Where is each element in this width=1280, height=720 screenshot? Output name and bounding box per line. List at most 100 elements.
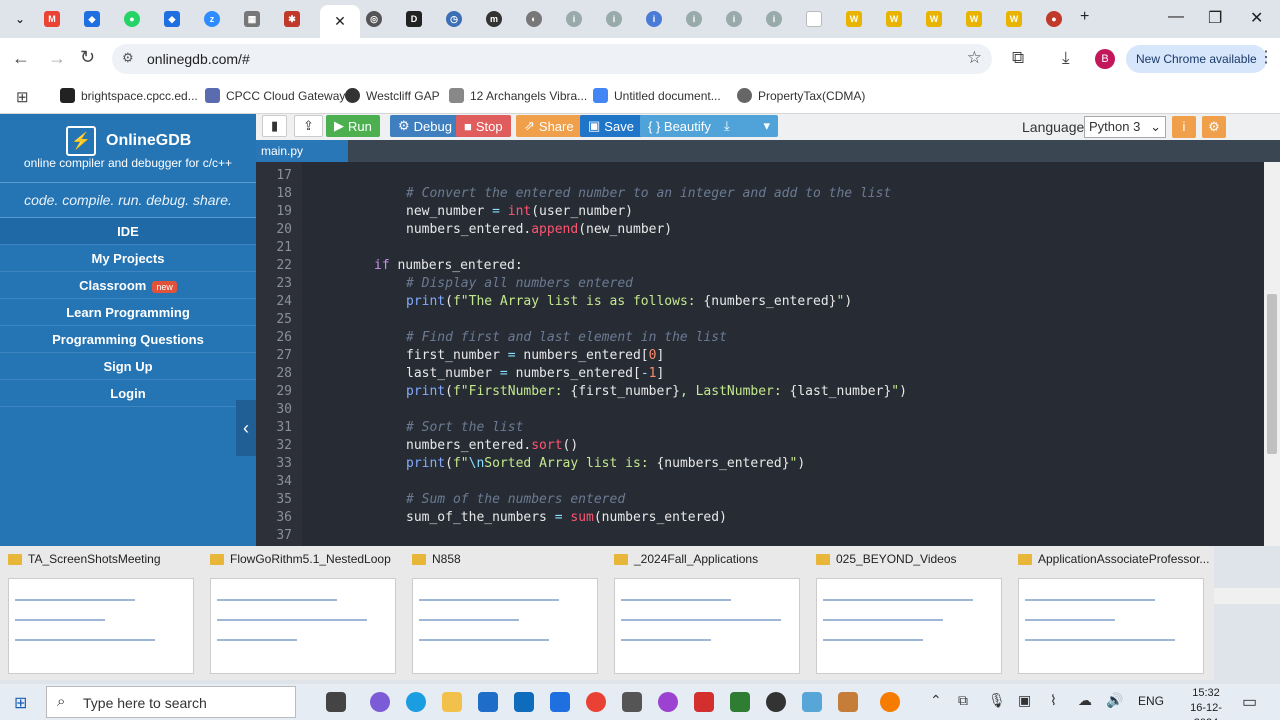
code-line[interactable]: print(f"The Array list is as follows: {n… (406, 294, 852, 309)
nav-classroom[interactable]: Classroom new (0, 272, 256, 299)
windows-start-icon[interactable]: ⊞ (14, 693, 27, 713)
tray-icon[interactable]: ▣ (1018, 692, 1031, 709)
bookmark-archangels[interactable]: 12 Archangels Vibra... (449, 88, 587, 103)
code-line[interactable]: print(f"FirstNumber: {first_number}, Las… (406, 384, 907, 399)
collapse-sidebar-icon[interactable]: ‹ (236, 400, 256, 456)
reload-icon[interactable]: ↻ (80, 47, 95, 68)
tab-w-3[interactable]: W (916, 5, 952, 33)
code-line[interactable]: sum_of_the_numbers = sum(numbers_entered… (406, 510, 727, 525)
code-line[interactable]: last_number = numbers_entered[-1] (406, 366, 664, 381)
download-button[interactable]: ⤓ ▾ (716, 115, 778, 137)
tab-m[interactable]: m (476, 5, 512, 33)
menu-icon[interactable]: ⋮ (1258, 47, 1274, 67)
tab-w-5[interactable]: W (996, 5, 1032, 33)
app-icon[interactable] (838, 692, 858, 712)
nav-programming-questions[interactable]: Programming Questions (0, 326, 256, 353)
tab-blank[interactable] (796, 5, 832, 33)
downloads-icon[interactable]: ⤓ (1062, 48, 1070, 68)
nav-my-projects[interactable]: My Projects (0, 245, 256, 272)
copilot-icon[interactable] (370, 692, 390, 712)
store-icon[interactable] (478, 692, 498, 712)
wifi-icon[interactable]: ⌇ (1050, 692, 1057, 709)
tab-record[interactable]: ● (1036, 5, 1072, 33)
bookmark-propertytax[interactable]: PropertyTax(CDMA) (737, 88, 865, 103)
outlook-icon[interactable] (514, 692, 534, 712)
code-line[interactable]: new_number = int(user_number) (406, 204, 633, 219)
tab-info-4[interactable]: i (676, 5, 712, 33)
tab-main-py[interactable]: main.py (256, 140, 348, 162)
beautify-button[interactable]: { } Beautify (640, 115, 719, 137)
code-line[interactable]: print(f"\nSorted Array list is: {numbers… (406, 456, 805, 471)
minimize-icon[interactable]: — (1168, 8, 1184, 26)
tab-dropbox-2[interactable]: ◆ (154, 5, 190, 33)
bookmark-untitled-doc[interactable]: Untitled document... (593, 88, 721, 103)
profile-avatar[interactable]: B (1095, 49, 1115, 69)
tab-info-6[interactable]: i (756, 5, 792, 33)
code-line[interactable]: numbers_entered.sort() (406, 438, 578, 453)
debug-button[interactable]: ⚙ Debug (390, 115, 460, 137)
excel-icon[interactable] (730, 692, 750, 712)
tab-info-5[interactable]: i (716, 5, 752, 33)
cloud-icon[interactable]: ☁ (1078, 692, 1092, 709)
bookmark-brightspace[interactable]: brightspace.cpcc.ed... (60, 88, 198, 103)
code-editor[interactable]: 17 18 19 20 21 22 23 24 25 26 27 28 29 3… (256, 162, 1280, 546)
app-icon[interactable] (880, 692, 900, 712)
save-button[interactable]: ▣ Save (580, 115, 642, 137)
preview-window[interactable]: _2024Fall_Applications (606, 546, 808, 680)
bookmark-westcliff[interactable]: Westcliff GAP (345, 88, 440, 103)
preview-window[interactable]: FlowGoRithm5.1_NestedLoop (202, 546, 404, 680)
preview-window[interactable]: TA_ScreenShotsMeeting (0, 546, 202, 680)
tab-info-3[interactable]: i (636, 5, 672, 33)
forward-icon[interactable]: → (48, 48, 66, 69)
file-explorer-icon[interactable] (442, 692, 462, 712)
language-indicator[interactable]: ENG (1138, 694, 1164, 708)
tab-dropbox[interactable]: ◆ (74, 5, 110, 33)
logo[interactable]: ⚡ OnlineGDB (66, 126, 191, 156)
apps-grid-icon[interactable]: ⊞ (16, 88, 29, 106)
microphone-icon[interactable]: 🎙 (988, 692, 1006, 709)
new-tab-icon[interactable]: + (1080, 8, 1089, 26)
volume-icon[interactable]: 🔊 (1106, 692, 1123, 709)
clock[interactable]: 15:3216-12-2024 (1180, 686, 1232, 720)
tab-w-4[interactable]: W (956, 5, 992, 33)
stop-button[interactable]: ■ Stop (456, 115, 511, 137)
new-file-icon[interactable]: ▮ (262, 115, 288, 137)
tab-d2l[interactable]: D (396, 5, 432, 33)
info-icon[interactable]: i (1172, 116, 1196, 138)
chevron-up-icon[interactable]: ⌃ (930, 692, 942, 709)
code-line[interactable]: # Display all numbers entered (406, 276, 633, 291)
nav-learn-programming[interactable]: Learn Programming (0, 299, 256, 326)
close-window-icon[interactable]: ✕ (1250, 8, 1263, 28)
notification-icon[interactable]: ▭ (1242, 692, 1257, 712)
app-icon[interactable] (766, 692, 786, 712)
tab-info-2[interactable]: i (596, 5, 632, 33)
update-chrome-button[interactable]: New Chrome available (1126, 45, 1267, 73)
maximize-icon[interactable]: ❐ (1208, 8, 1222, 28)
upload-icon[interactable]: ⇪ (294, 115, 323, 137)
tab-clock[interactable]: ◷ (436, 5, 472, 33)
preview-window[interactable]: N858 (404, 546, 606, 680)
run-button[interactable]: ▶ Run (326, 115, 380, 137)
url-text[interactable]: onlinegdb.com/# (147, 51, 250, 67)
code-line[interactable]: # Sort the list (406, 420, 523, 435)
code-line[interactable]: first_number = numbers_entered[0] (406, 348, 664, 363)
window-icon[interactable] (622, 692, 642, 712)
app-icon[interactable] (658, 692, 678, 712)
code-line[interactable]: # Sum of the numbers entered (406, 492, 625, 507)
tab-globe[interactable]: ◐ (516, 5, 552, 33)
tab-chatgpt[interactable]: ◎ (356, 5, 392, 33)
back-icon[interactable]: ← (12, 48, 30, 69)
tab-zoom[interactable]: z (194, 5, 230, 33)
code-line[interactable]: if numbers_entered: (374, 258, 523, 273)
address-bar[interactable]: ⚙ onlinegdb.com/# ☆ (112, 44, 992, 74)
nav-ide[interactable]: IDE (0, 218, 256, 245)
preview-window[interactable]: ApplicationAssociateProfessor... (1010, 546, 1212, 680)
tab-search-icon[interactable]: ⌄ (2, 5, 38, 33)
bookmark-star-icon[interactable]: ☆ (967, 48, 982, 68)
settings-gear-icon[interactable]: ⚙ (1202, 116, 1226, 138)
taskbar-search[interactable]: ⌕ Type here to search (46, 686, 296, 718)
dropbox-icon[interactable] (550, 692, 570, 712)
app-icon[interactable] (802, 692, 822, 712)
task-view-icon[interactable] (326, 692, 346, 712)
tray-icon[interactable]: ⧉ (958, 692, 968, 709)
